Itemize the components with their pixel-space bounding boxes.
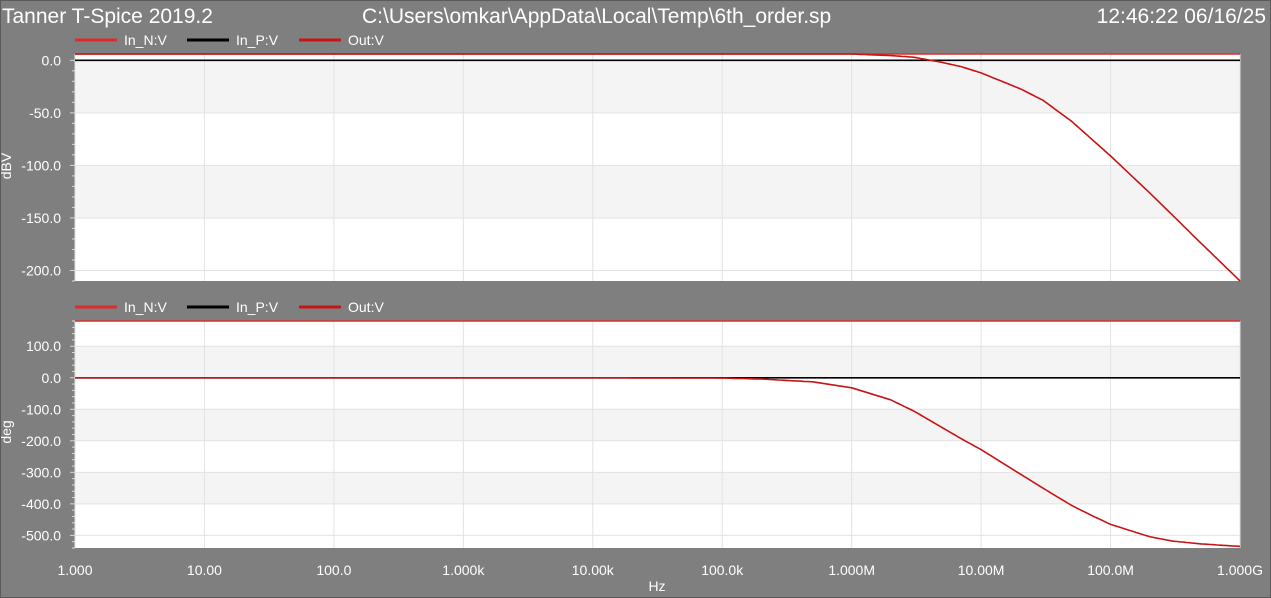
legend-label: Out:V: [348, 299, 384, 315]
x-tick-label: 100.0: [316, 562, 351, 578]
y-tick-label: 100.0: [26, 338, 61, 354]
y-tick-label: -300.0: [21, 464, 61, 480]
y-tick-label: -200.0: [21, 262, 61, 278]
legend-label: In_N:V: [124, 32, 167, 48]
x-tick-label: 10.00M: [958, 562, 1005, 578]
grid-band: [75, 165, 1240, 218]
x-tick-label: 100.0k: [701, 562, 744, 578]
y-tick-label: -200.0: [21, 433, 61, 449]
y-axis-label: dBV: [1, 152, 14, 179]
legend-label: In_P:V: [236, 299, 279, 315]
grid-band: [75, 60, 1240, 113]
y-tick-label: 0.0: [42, 370, 62, 386]
y-axis-label: deg: [1, 420, 14, 443]
legend-label: Out:V: [348, 32, 384, 48]
y-tick-label: -50.0: [29, 105, 61, 121]
legend-label: In_P:V: [236, 32, 279, 48]
x-tick-label: 10.00k: [572, 562, 615, 578]
x-tick-label: 100.0M: [1087, 562, 1134, 578]
grid-band: [75, 472, 1240, 504]
y-tick-label: -100.0: [21, 157, 61, 173]
y-tick-label: 0.0: [42, 52, 62, 68]
y-tick-label: -500.0: [21, 527, 61, 543]
x-tick-label: 1.000M: [828, 562, 875, 578]
legend-label: In_N:V: [124, 299, 167, 315]
waveform-viewer: Tanner T-Spice 2019.2 C:\Users\omkar\App…: [0, 0, 1271, 598]
grid-band: [75, 409, 1240, 441]
x-tick-label: 10.00: [187, 562, 222, 578]
x-tick-label: 1.000k: [442, 562, 485, 578]
y-tick-label: -100.0: [21, 401, 61, 417]
x-axis-label: Hz: [648, 578, 665, 594]
y-tick-label: -150.0: [21, 210, 61, 226]
x-tick-label: 1.000: [57, 562, 92, 578]
chart-canvas[interactable]: 0.0 -50.0 -100.0 -150.0 -200.0 dBV In_N:V In_P:…: [1, 1, 1270, 597]
x-tick-label: 1.000G: [1217, 562, 1263, 578]
grid-band: [75, 346, 1240, 378]
y-tick-label: -400.0: [21, 496, 61, 512]
